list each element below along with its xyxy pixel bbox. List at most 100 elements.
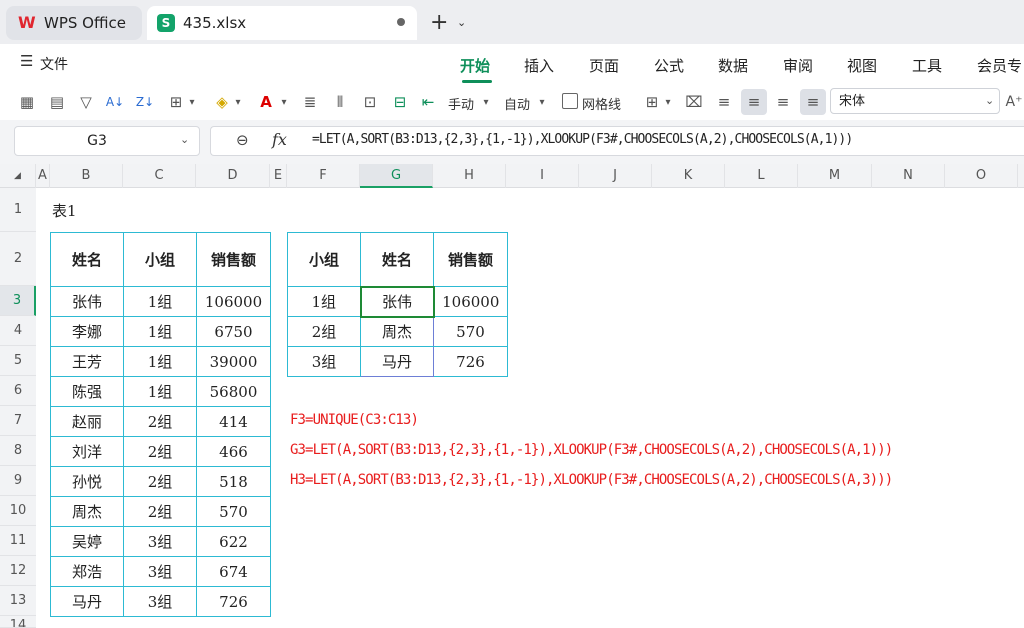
note-g3-formula[interactable]: G3=LET(A,SORT(B3:D13,{2,3},{1,-1}),XLOOK… (290, 442, 893, 458)
tab-page[interactable]: 页面 (589, 55, 619, 76)
paste-format-icon[interactable]: ▤ (46, 92, 68, 112)
column-header-g[interactable]: G (360, 164, 433, 188)
column-header-c[interactable]: C (123, 164, 196, 188)
header-group[interactable]: 小组 (123, 232, 197, 287)
cell-group[interactable]: 3组 (123, 586, 197, 617)
cell-sales[interactable]: 56800 (196, 376, 271, 407)
cell-sales[interactable]: 39000 (196, 346, 271, 377)
row-header-8[interactable]: 8 (0, 436, 36, 466)
tab-formulas[interactable]: 公式 (654, 55, 684, 76)
column-header-d[interactable]: D (196, 164, 270, 188)
cell-group[interactable]: 1组 (287, 286, 361, 317)
tab-data[interactable]: 数据 (718, 55, 748, 76)
column-icon[interactable]: ⫴ (330, 92, 350, 112)
cell-sales[interactable]: 726 (196, 586, 271, 617)
chevron-down-icon[interactable]: ▾ (480, 92, 492, 112)
select-all-corner[interactable]: ◢ (0, 164, 36, 188)
cell-name[interactable]: 赵丽 (50, 406, 124, 437)
tab-member[interactable]: 会员专 (977, 55, 1022, 76)
cell-sales[interactable]: 674 (196, 556, 271, 587)
clear-format-icon[interactable]: ⌧ (684, 92, 704, 112)
cell-group[interactable]: 3组 (123, 526, 197, 557)
column-header-i[interactable]: I (506, 164, 579, 188)
row-header-7[interactable]: 7 (0, 406, 36, 436)
cell-sales[interactable]: 106000 (196, 286, 271, 317)
new-tab-icon[interactable]: + (430, 10, 448, 35)
row-header-11[interactable]: 11 (0, 526, 36, 556)
column-header-o[interactable]: O (945, 164, 1018, 188)
row-header-9[interactable]: 9 (0, 466, 36, 496)
cell-name[interactable]: 李娜 (50, 316, 124, 347)
sort-desc-icon[interactable]: Z↓ (134, 92, 156, 112)
cell-group[interactable]: 1组 (123, 286, 197, 317)
tab-review[interactable]: 审阅 (783, 55, 813, 76)
header-group[interactable]: 小组 (287, 232, 361, 287)
column-header-k[interactable]: K (652, 164, 725, 188)
header-name[interactable]: 姓名 (50, 232, 124, 287)
chevron-down-icon[interactable]: ⌄ (457, 16, 466, 29)
column-header-n[interactable]: N (872, 164, 945, 188)
row-header-6[interactable]: 6 (0, 376, 36, 406)
zoom-icon[interactable]: ⊖ (236, 131, 249, 149)
cell-group[interactable]: 3组 (287, 346, 361, 377)
sort-asc-icon[interactable]: A↓ (104, 92, 126, 112)
file-menu[interactable]: 文件 (40, 54, 68, 74)
align-left-icon[interactable]: ≡ (714, 92, 734, 112)
align-middle-icon[interactable]: ≡ (800, 89, 826, 115)
row-header-1[interactable]: 1 (0, 188, 36, 232)
row-header-12[interactable]: 12 (0, 556, 36, 586)
cell-group[interactable]: 2组 (123, 466, 197, 497)
row-header-3[interactable]: 3 (0, 286, 36, 316)
tab-tools[interactable]: 工具 (912, 55, 942, 76)
column-header-j[interactable]: J (579, 164, 652, 188)
cell-group[interactable]: 2组 (123, 436, 197, 467)
chevron-down-icon[interactable]: ⌄ (180, 133, 189, 146)
align-center-icon[interactable]: ≡ (741, 89, 767, 115)
chevron-down-icon[interactable]: ▾ (536, 92, 548, 112)
font-size-increase-icon[interactable]: A⁺ (1004, 92, 1024, 112)
chevron-down-icon[interactable]: ▾ (662, 92, 674, 112)
row-header-4[interactable]: 4 (0, 316, 36, 346)
fill-color-icon[interactable]: ◈ (212, 92, 232, 112)
cell-sales[interactable]: 6750 (196, 316, 271, 347)
row-header-13[interactable]: 13 (0, 586, 36, 616)
font-select[interactable]: 宋体 (830, 88, 1000, 114)
insert-cells-icon[interactable]: ⊡ (360, 92, 380, 112)
cell-group[interactable]: 1组 (123, 316, 197, 347)
cell-name[interactable]: 周杰 (360, 316, 434, 347)
cell-sales[interactable]: 570 (196, 496, 271, 527)
cell-group[interactable]: 2组 (123, 406, 197, 437)
note-h3-formula[interactable]: H3=LET(A,SORT(B3:D13,{2,3},{1,-1}),XLOOK… (290, 472, 893, 488)
cell-sales[interactable]: 570 (433, 316, 508, 347)
tab-wps-office[interactable]: W WPS Office (6, 6, 142, 40)
column-header-m[interactable]: M (798, 164, 872, 188)
tab-workbook[interactable]: S 435.xlsx (147, 6, 417, 40)
header-name[interactable]: 姓名 (360, 232, 434, 287)
cell-name[interactable]: 王芳 (50, 346, 124, 377)
cell-style-icon[interactable]: ⊞ (642, 92, 662, 112)
column-header-a[interactable]: A (36, 164, 50, 188)
merge-icon[interactable]: ⊟ (390, 92, 410, 112)
chevron-down-icon[interactable]: ▾ (278, 92, 290, 112)
cell-name[interactable]: 张伟 (50, 286, 124, 317)
column-header-h[interactable]: H (433, 164, 506, 188)
cell-sales[interactable]: 466 (196, 436, 271, 467)
cell-group[interactable]: 2组 (287, 316, 361, 347)
cell-group[interactable]: 2组 (123, 496, 197, 527)
tab-view[interactable]: 视图 (847, 55, 877, 76)
column-header-e[interactable]: E (270, 164, 287, 188)
cell-name[interactable]: 孙悦 (50, 466, 124, 497)
chevron-down-icon[interactable]: ⌄ (985, 94, 994, 107)
wrap-text-icon[interactable]: ≣ (300, 92, 320, 112)
number-format-icon[interactable]: ▦ (16, 92, 38, 112)
tab-home[interactable]: 开始 (460, 55, 490, 76)
cell-name[interactable]: 郑浩 (50, 556, 124, 587)
cell-sales[interactable]: 518 (196, 466, 271, 497)
chevron-down-icon[interactable]: ▾ (186, 92, 198, 112)
cell-name-selected[interactable]: 张伟 (359, 285, 435, 318)
note-f3-formula[interactable]: F3=UNIQUE(C3:C13) (290, 412, 419, 428)
cell-group[interactable]: 3组 (123, 556, 197, 587)
chevron-down-icon[interactable]: ▾ (232, 92, 244, 112)
sheet-title[interactable]: 表1 (52, 200, 77, 221)
cell-sales[interactable]: 106000 (433, 286, 508, 317)
